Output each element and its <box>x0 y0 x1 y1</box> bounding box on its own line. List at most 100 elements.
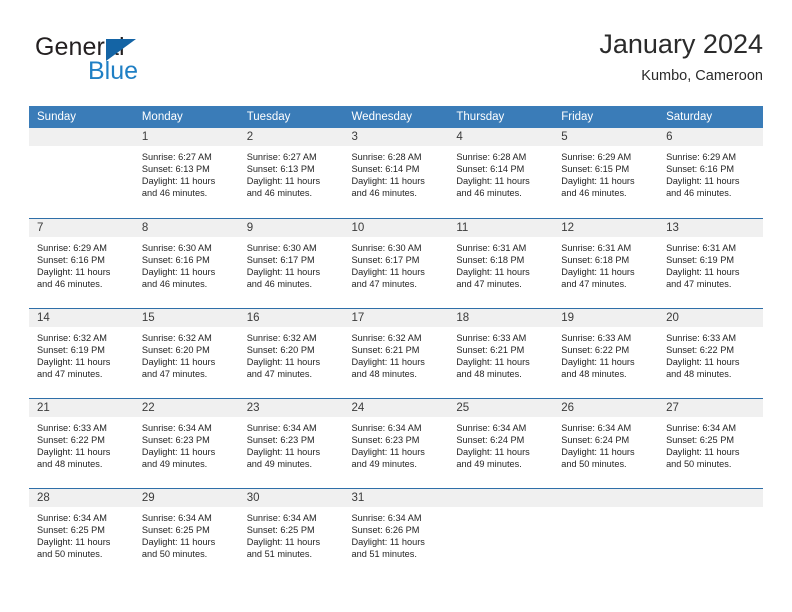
day-info-line: Sunrise: 6:34 AM <box>456 423 527 433</box>
day-sun-info: Sunrise: 6:30 AM Sunset: 6:17 PM Daylight:… <box>239 237 344 290</box>
day-info-line: Sunrise: 6:30 AM <box>141 243 212 253</box>
day-cell-25[interactable]: 25 Sunrise: 6:34 AM Sunset: 6:24 PM Dayligh… <box>448 398 554 488</box>
day-info-line: Daylight: 11 hours <box>37 357 111 368</box>
calendar-week-row: 7 Sunrise: 6:29 AM Sunset: 6:16 PM Daylight… <box>29 218 763 308</box>
day-cell-4[interactable]: 4 Sunrise: 6:28 AM Sunset: 6:14 PM Daylight… <box>448 128 554 218</box>
day-info-line: and 51 minutes. <box>351 549 417 560</box>
calendar-cell: 2 Sunrise: 6:27 AM Sunset: 6:13 PM Daylight… <box>238 128 344 218</box>
day-info-line: Sunrise: 6:31 AM <box>666 243 737 253</box>
calendar-cell: 22 Sunrise: 6:34 AM Sunset: 6:23 PM Dayligh… <box>133 398 239 488</box>
calendar-week-row: 28 Sunrise: 6:34 AM Sunset: 6:25 PM Dayligh… <box>29 488 763 578</box>
day-number: 23 <box>238 399 344 417</box>
day-info-line: Sunset: 6:21 PM <box>456 345 525 356</box>
day-info-line: Sunrise: 6:32 AM <box>351 333 422 343</box>
day-sun-info: Sunrise: 6:34 AM Sunset: 6:24 PM Daylight:… <box>448 417 553 470</box>
day-cell-30[interactable]: 30 Sunrise: 6:34 AM Sunset: 6:25 PM Dayligh… <box>238 488 344 578</box>
day-cell-2[interactable]: 2 Sunrise: 6:27 AM Sunset: 6:13 PM Daylight… <box>238 128 344 218</box>
day-cell-16[interactable]: 16 Sunrise: 6:32 AM Sunset: 6:20 PM Dayligh… <box>238 308 344 398</box>
day-cell-empty <box>29 128 134 218</box>
day-info-line: Sunrise: 6:32 AM <box>246 333 317 343</box>
day-info-line: and 48 minutes. <box>37 459 103 470</box>
day-cell-24[interactable]: 24 Sunrise: 6:34 AM Sunset: 6:23 PM Dayligh… <box>343 398 449 488</box>
day-number: 30 <box>238 489 344 507</box>
weekday-header-wednesday: Wednesday <box>343 106 449 128</box>
day-sun-info: Sunrise: 6:28 AM Sunset: 6:14 PM Daylight:… <box>448 146 553 199</box>
day-number: 27 <box>658 399 763 417</box>
calendar-cell <box>553 488 659 578</box>
day-cell-6[interactable]: 6 Sunrise: 6:29 AM Sunset: 6:16 PM Daylight… <box>658 128 763 218</box>
day-cell-22[interactable]: 22 Sunrise: 6:34 AM Sunset: 6:23 PM Dayligh… <box>133 398 239 488</box>
day-info-line: Daylight: 11 hours <box>456 447 530 458</box>
day-sun-info: Sunrise: 6:31 AM Sunset: 6:18 PM Daylight:… <box>553 237 658 290</box>
day-sun-info: Sunrise: 6:32 AM Sunset: 6:20 PM Daylight:… <box>134 327 239 380</box>
day-sun-info: Sunrise: 6:29 AM Sunset: 6:16 PM Daylight:… <box>658 146 763 199</box>
day-info-line: Sunset: 6:23 PM <box>246 435 315 446</box>
general-blue-logo[interactable]: General Blue <box>29 28 249 88</box>
day-cell-26[interactable]: 26 Sunrise: 6:34 AM Sunset: 6:24 PM Dayligh… <box>553 398 659 488</box>
day-cell-7[interactable]: 7 Sunrise: 6:29 AM Sunset: 6:16 PM Daylight… <box>29 218 134 308</box>
day-info-line: and 48 minutes. <box>456 369 522 380</box>
day-number: 28 <box>29 489 134 507</box>
calendar-cell: 15 Sunrise: 6:32 AM Sunset: 6:20 PM Dayligh… <box>133 308 239 398</box>
day-info-line: Sunset: 6:14 PM <box>456 164 525 175</box>
day-cell-20[interactable]: 20 Sunrise: 6:33 AM Sunset: 6:22 PM Dayligh… <box>658 308 763 398</box>
calendar-body: 1 Sunrise: 6:27 AM Sunset: 6:13 PM Daylight… <box>29 128 763 578</box>
day-info-line: Daylight: 11 hours <box>246 537 321 548</box>
day-cell-11[interactable]: 11 Sunrise: 6:31 AM Sunset: 6:18 PM Dayligh… <box>448 218 554 308</box>
day-info-line: Sunrise: 6:33 AM <box>666 333 737 343</box>
calendar-cell: 1 Sunrise: 6:27 AM Sunset: 6:13 PM Daylight… <box>133 128 239 218</box>
day-info-line: Sunset: 6:25 PM <box>666 435 734 446</box>
day-number: 8 <box>133 219 239 237</box>
day-info-line: and 46 minutes. <box>141 279 208 290</box>
day-number: 15 <box>133 309 239 327</box>
day-cell-18[interactable]: 18 Sunrise: 6:33 AM Sunset: 6:21 PM Dayligh… <box>448 308 554 398</box>
day-cell-13[interactable]: 13 Sunrise: 6:31 AM Sunset: 6:19 PM Dayligh… <box>658 218 763 308</box>
day-info-line: Daylight: 11 hours <box>351 357 425 368</box>
day-info-line: and 50 minutes. <box>37 549 103 560</box>
day-cell-23[interactable]: 23 Sunrise: 6:34 AM Sunset: 6:23 PM Dayligh… <box>238 398 344 488</box>
day-cell-27[interactable]: 27 Sunrise: 6:34 AM Sunset: 6:25 PM Dayligh… <box>658 398 763 488</box>
calendar-week-row: 1 Sunrise: 6:27 AM Sunset: 6:13 PM Daylight… <box>29 128 763 218</box>
day-cell-9[interactable]: 9 Sunrise: 6:30 AM Sunset: 6:17 PM Daylight… <box>238 218 344 308</box>
day-info-line: Daylight: 11 hours <box>141 537 216 548</box>
day-cell-21[interactable]: 21 Sunrise: 6:33 AM Sunset: 6:22 PM Dayligh… <box>29 398 134 488</box>
day-sun-info: Sunrise: 6:27 AM Sunset: 6:13 PM Daylight:… <box>239 146 344 199</box>
day-cell-12[interactable]: 12 Sunrise: 6:31 AM Sunset: 6:18 PM Dayligh… <box>553 218 659 308</box>
day-cell-3[interactable]: 3 Sunrise: 6:28 AM Sunset: 6:14 PM Daylight… <box>343 128 449 218</box>
day-cell-29[interactable]: 29 Sunrise: 6:34 AM Sunset: 6:25 PM Dayligh… <box>133 488 239 578</box>
day-number <box>448 489 554 507</box>
day-info-line: and 47 minutes. <box>561 279 627 290</box>
day-cell-15[interactable]: 15 Sunrise: 6:32 AM Sunset: 6:20 PM Dayligh… <box>133 308 239 398</box>
calendar-cell: 26 Sunrise: 6:34 AM Sunset: 6:24 PM Dayligh… <box>553 398 659 488</box>
day-cell-28[interactable]: 28 Sunrise: 6:34 AM Sunset: 6:25 PM Dayligh… <box>29 488 134 578</box>
day-cell-5[interactable]: 5 Sunrise: 6:29 AM Sunset: 6:15 PM Daylight… <box>553 128 659 218</box>
day-info-line: Daylight: 11 hours <box>561 357 635 368</box>
weekday-header-thursday: Thursday <box>448 106 554 128</box>
day-info-line: Daylight: 11 hours <box>351 447 425 458</box>
day-cell-17[interactable]: 17 Sunrise: 6:32 AM Sunset: 6:21 PM Dayligh… <box>343 308 449 398</box>
day-sun-info: Sunrise: 6:27 AM Sunset: 6:13 PM Daylight:… <box>134 146 239 199</box>
day-info-line: Daylight: 11 hours <box>666 267 740 278</box>
day-number <box>553 489 659 507</box>
day-info-line: Sunset: 6:19 PM <box>37 345 105 356</box>
day-sun-info: Sunrise: 6:28 AM Sunset: 6:14 PM Daylight:… <box>344 146 449 199</box>
day-cell-8[interactable]: 8 Sunrise: 6:30 AM Sunset: 6:16 PM Daylight… <box>133 218 239 308</box>
day-info-line: and 49 minutes. <box>456 459 522 470</box>
day-info-line: and 46 minutes. <box>141 188 208 199</box>
calendar-cell: 25 Sunrise: 6:34 AM Sunset: 6:24 PM Dayligh… <box>448 398 554 488</box>
calendar-cell <box>658 488 763 578</box>
day-number <box>658 489 763 507</box>
day-info-line: Sunrise: 6:30 AM <box>351 243 422 253</box>
day-cell-14[interactable]: 14 Sunrise: 6:32 AM Sunset: 6:19 PM Dayligh… <box>29 308 134 398</box>
day-cell-1[interactable]: 1 Sunrise: 6:27 AM Sunset: 6:13 PM Daylight… <box>133 128 239 218</box>
day-number: 19 <box>553 309 659 327</box>
day-sun-info: Sunrise: 6:33 AM Sunset: 6:21 PM Daylight:… <box>448 327 553 380</box>
day-cell-31[interactable]: 31 Sunrise: 6:34 AM Sunset: 6:26 PM Dayligh… <box>343 488 449 578</box>
day-info-line: Sunset: 6:26 PM <box>351 525 420 536</box>
day-sun-info: Sunrise: 6:29 AM Sunset: 6:15 PM Daylight:… <box>553 146 658 199</box>
day-info-line: Daylight: 11 hours <box>37 267 111 278</box>
day-sun-info: Sunrise: 6:30 AM Sunset: 6:16 PM Daylight:… <box>134 237 239 290</box>
day-info-line: and 47 minutes. <box>666 279 732 290</box>
day-cell-19[interactable]: 19 Sunrise: 6:33 AM Sunset: 6:22 PM Dayligh… <box>553 308 659 398</box>
day-cell-10[interactable]: 10 Sunrise: 6:30 AM Sunset: 6:17 PM Dayligh… <box>343 218 449 308</box>
